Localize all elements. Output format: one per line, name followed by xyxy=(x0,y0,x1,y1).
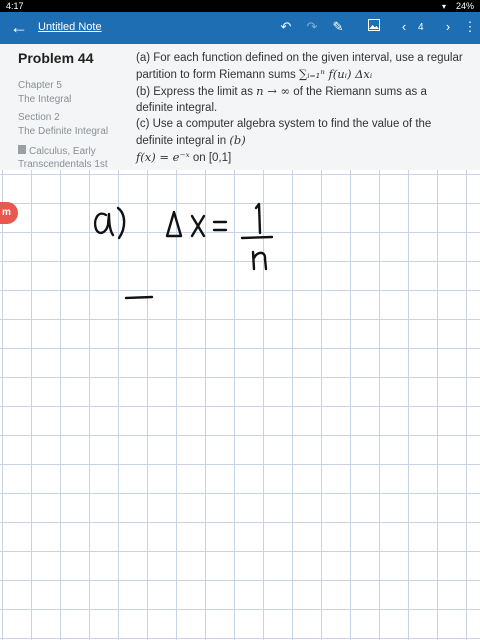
ink-letter-a xyxy=(93,212,115,237)
ink-delta xyxy=(165,210,183,238)
ink-fraction-bar xyxy=(240,235,274,240)
ink-letter-n xyxy=(251,250,268,271)
ink-dash xyxy=(124,295,154,300)
ink-paren xyxy=(116,206,126,240)
ink-numeral-one xyxy=(254,202,262,235)
handwriting-layer xyxy=(93,202,274,300)
